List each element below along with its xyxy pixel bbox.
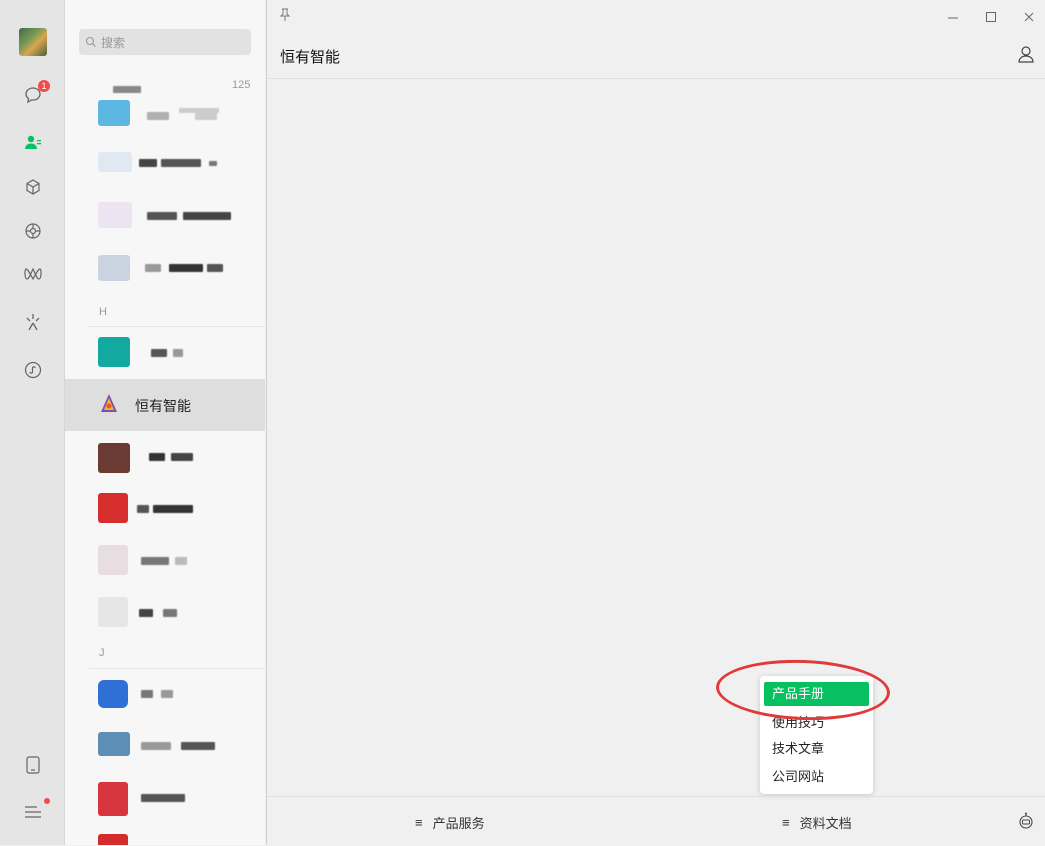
contacts-list: 搜索 125 H 恒有智能 J — [65, 0, 265, 845]
chat-window: 恒有智能 产品手册 使用技巧 技术文章 公司网站 ≡ 产品服务 ≡ 资料文档 — [266, 0, 1045, 845]
avatar — [98, 152, 132, 172]
list-item[interactable] — [65, 90, 265, 142]
list-item[interactable] — [65, 720, 265, 772]
avatar — [98, 680, 128, 708]
menu-item-tech-articles[interactable]: 技术文章 — [764, 737, 869, 761]
list-item[interactable] — [65, 327, 265, 379]
list-item-selected[interactable]: 恒有智能 — [65, 379, 265, 431]
avatar — [98, 202, 132, 228]
list-item[interactable] — [65, 483, 265, 535]
list-item[interactable] — [65, 668, 265, 720]
channels-icon[interactable] — [22, 263, 44, 285]
avatar — [98, 732, 130, 756]
notification-dot — [44, 798, 50, 804]
unread-badge: 1 — [38, 80, 50, 92]
avatar — [98, 443, 130, 473]
mini-programs-icon[interactable] — [22, 359, 44, 381]
minimize-icon[interactable] — [944, 8, 962, 26]
list-item[interactable] — [65, 431, 265, 483]
search-box[interactable]: 搜索 — [79, 29, 251, 55]
list-item[interactable] — [65, 824, 265, 845]
avatar — [101, 394, 117, 412]
search-icon — [85, 36, 96, 47]
avatar — [98, 782, 128, 816]
list-item[interactable] — [65, 587, 265, 639]
search-placeholder: 搜索 — [101, 35, 126, 50]
left-nav: 1 — [0, 0, 65, 845]
service-menu-bar: ≡ 产品服务 ≡ 资料文档 — [267, 796, 1045, 846]
avatar — [98, 597, 128, 627]
chat-title: 恒有智能 — [280, 49, 341, 66]
contacts-icon[interactable] — [22, 132, 44, 154]
close-icon[interactable] — [1020, 8, 1038, 26]
window-header: 恒有智能 — [267, 0, 1045, 79]
list-item[interactable] — [65, 137, 265, 189]
list-item[interactable] — [65, 772, 265, 824]
tab-label: 产品服务 — [432, 816, 485, 831]
tab-product-services[interactable]: ≡ 产品服务 — [415, 813, 485, 832]
list-item[interactable] — [65, 242, 265, 294]
contact-name: 恒有智能 — [135, 398, 191, 414]
tab-documents[interactable]: ≡ 资料文档 — [782, 813, 852, 832]
section-header-j: J — [99, 647, 105, 659]
avatar — [98, 100, 130, 126]
avatar — [98, 255, 130, 281]
list-icon: ≡ — [415, 815, 423, 830]
list-item[interactable] — [65, 535, 265, 587]
pin-icon[interactable] — [279, 8, 291, 25]
moments-icon[interactable] — [22, 220, 44, 242]
avatar — [98, 493, 128, 523]
menu-icon[interactable] — [22, 801, 44, 823]
list-item[interactable] — [65, 190, 265, 242]
menu-item-company-website[interactable]: 公司网站 — [764, 765, 869, 789]
avatar — [98, 834, 128, 845]
tab-label: 资料文档 — [799, 816, 852, 831]
user-avatar[interactable] — [19, 28, 47, 56]
favorites-icon[interactable] — [22, 176, 44, 198]
section-header-h: H — [99, 306, 107, 318]
avatar — [98, 337, 130, 367]
profile-icon[interactable] — [1016, 44, 1036, 64]
robot-icon[interactable] — [1017, 812, 1035, 830]
list-icon: ≡ — [782, 815, 790, 830]
maximize-icon[interactable] — [982, 8, 1000, 26]
avatar — [98, 545, 128, 575]
search-icon[interactable] — [22, 311, 44, 333]
phone-icon[interactable] — [22, 754, 44, 776]
